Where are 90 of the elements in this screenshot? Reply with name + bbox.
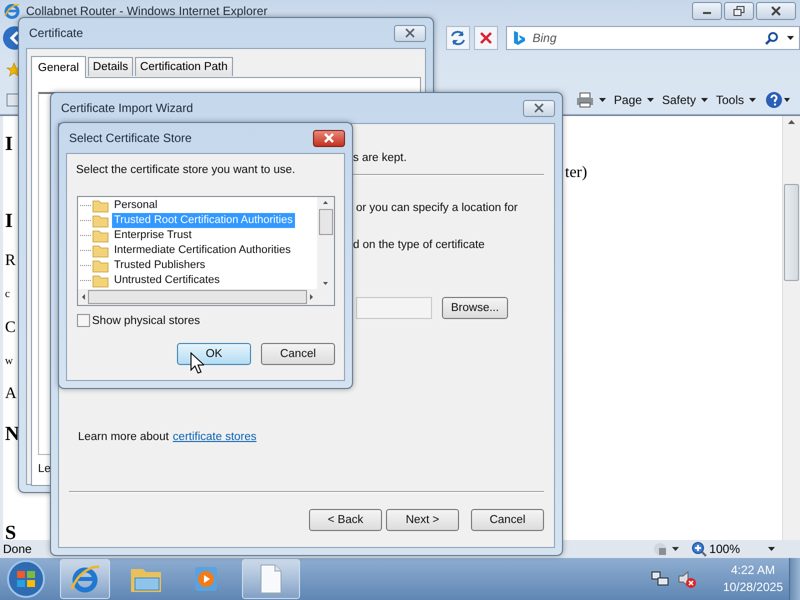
scrollbar[interactable] <box>782 116 800 540</box>
close-icon <box>771 6 781 16</box>
restore-icon <box>733 6 745 16</box>
show-desktop-button[interactable] <box>789 558 800 600</box>
caret-icon <box>749 98 756 102</box>
browser-logo-icon <box>70 564 100 594</box>
close-icon <box>323 133 335 143</box>
tab[interactable]: General <box>31 56 86 78</box>
taskbar-button[interactable] <box>60 559 110 599</box>
command-menu-button[interactable]: Tools <box>716 93 756 107</box>
folder-icon <box>92 244 109 258</box>
refresh-icon[interactable] <box>446 26 470 50</box>
tree-item[interactable]: Trusted Publishers <box>112 258 208 273</box>
close-button[interactable] <box>313 130 345 146</box>
minimize-button[interactable] <box>692 2 722 20</box>
prompt-text: Select the certificate store you want to use. <box>76 164 296 176</box>
tree-item[interactable]: Enterprise Trust <box>112 228 194 243</box>
close-button[interactable] <box>523 100 555 116</box>
page-text: I <box>5 211 13 231</box>
dialog-title: Certificate <box>29 26 84 40</box>
dialog-text: Le <box>38 463 51 475</box>
page-text: A <box>5 384 17 404</box>
zoom-button[interactable]: 100% <box>691 541 740 557</box>
learn-more-text: Learn more about <box>78 431 169 443</box>
command-menu-button[interactable]: Safety <box>662 93 708 107</box>
page-text: c <box>5 287 10 302</box>
page-text: C <box>5 318 16 338</box>
scrollbar-thumb[interactable] <box>784 184 799 281</box>
folder-icon <box>92 258 109 272</box>
dialog-text: s are kept. <box>353 151 407 166</box>
caret-icon[interactable] <box>768 546 776 552</box>
tree-item[interactable]: Intermediate Certification Authorities <box>112 243 293 258</box>
page-text: ter) <box>565 164 588 182</box>
caret-icon[interactable] <box>787 36 795 40</box>
bing-logo-icon <box>512 30 524 46</box>
dialog-title: Select Certificate Store <box>69 131 192 145</box>
tree-item[interactable]: Personal <box>112 198 160 213</box>
page-text: R <box>5 251 16 271</box>
browse-button[interactable]: Browse... <box>442 297 508 319</box>
status-text: Done <box>2 542 32 556</box>
network-icon[interactable] <box>650 570 669 588</box>
close-icon <box>533 103 545 113</box>
command-menu-button[interactable]: Page <box>614 93 654 107</box>
dialog-text: or you can specify a location for <box>356 201 518 216</box>
folder-icon <box>92 228 109 242</box>
caret-icon <box>646 98 654 102</box>
printer-icon <box>576 92 594 108</box>
cancel-button[interactable]: Cancel <box>471 509 544 531</box>
dialog-text: d on the type of certificate <box>353 238 485 253</box>
tree-item[interactable]: Untrusted Certificates <box>112 273 222 288</box>
search-icon[interactable] <box>765 31 779 45</box>
search-field[interactable]: Bing <box>530 30 759 46</box>
browser-logo-icon <box>4 3 20 19</box>
caret-icon <box>700 98 708 102</box>
page-text: S <box>5 523 16 543</box>
checkbox-label[interactable]: Show physical stores <box>92 314 200 326</box>
document-icon <box>259 564 283 594</box>
page-text: N <box>5 424 20 444</box>
zoom-icon <box>691 541 708 557</box>
file-path-field[interactable] <box>356 297 432 319</box>
close-icon <box>404 28 416 38</box>
checkbox[interactable] <box>77 314 90 327</box>
folder-icon <box>92 198 109 212</box>
page-text: w <box>5 354 13 369</box>
search-box[interactable]: Bing <box>506 26 800 50</box>
scrollbar[interactable] <box>317 197 334 289</box>
page-text: I <box>5 134 13 154</box>
cancel-button[interactable]: Cancel <box>261 343 335 365</box>
caret-icon <box>598 98 606 102</box>
back-button[interactable]: < Back <box>309 509 382 531</box>
mouse-pointer-icon <box>190 352 204 374</box>
start-orb-icon[interactable] <box>4 559 48 599</box>
help-icon[interactable] <box>764 90 790 110</box>
close-button[interactable] <box>394 24 426 42</box>
muted-speaker-icon[interactable] <box>676 569 697 589</box>
folder-icon <box>92 214 109 228</box>
dialog-title: Certificate Import Wizard <box>61 101 194 115</box>
next-button[interactable]: Next > <box>386 509 459 531</box>
maximize-button[interactable] <box>724 2 754 20</box>
print-button[interactable] <box>576 92 606 108</box>
scrollbar-thumb[interactable] <box>318 209 332 235</box>
tab[interactable]: Certification Path <box>135 57 233 76</box>
stop-icon[interactable] <box>474 26 498 50</box>
certificate-stores-link[interactable]: certificate stores <box>172 431 257 443</box>
scrollbar[interactable] <box>78 289 334 305</box>
tab[interactable]: Details <box>88 57 134 76</box>
close-button[interactable] <box>756 2 796 20</box>
ok-button[interactable]: OK <box>177 343 251 365</box>
window-title: Collabnet Router - Windows Internet Explorer <box>26 4 268 18</box>
scrollbar-thumb[interactable] <box>88 290 307 304</box>
